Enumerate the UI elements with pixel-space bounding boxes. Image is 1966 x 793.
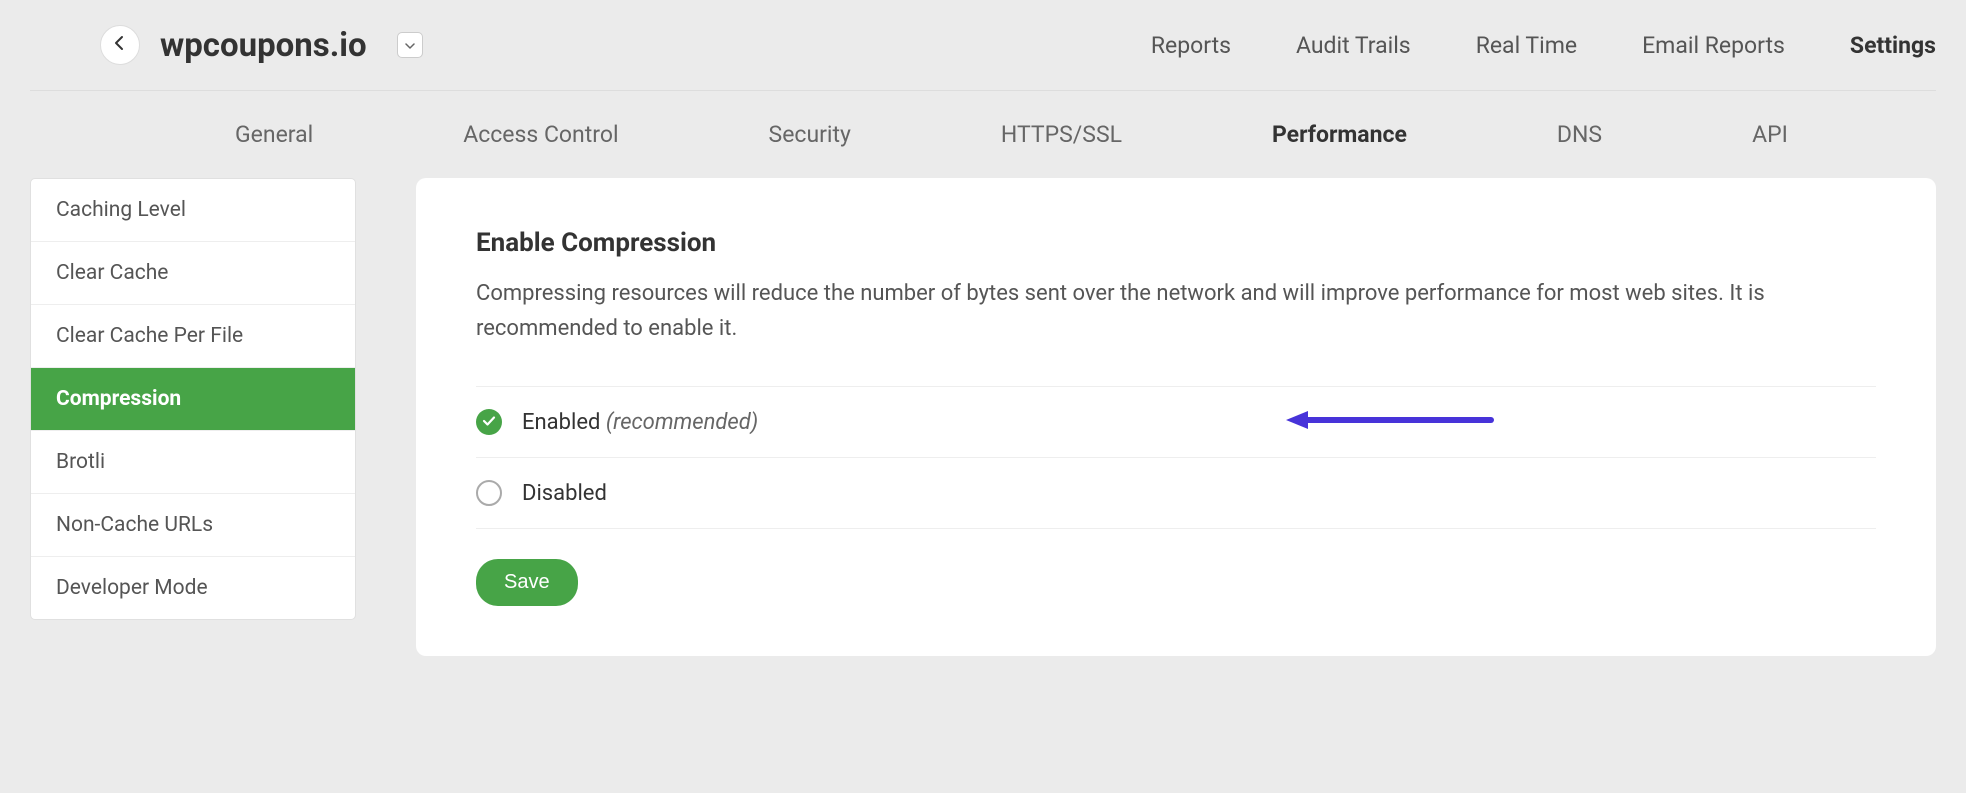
tab-access-control[interactable]: Access Control (463, 121, 618, 148)
arrow-left-icon (112, 35, 128, 55)
tab-performance[interactable]: Performance (1272, 121, 1407, 148)
sidebar-item-caching-level[interactable]: Caching Level (31, 179, 355, 242)
back-button[interactable] (100, 25, 140, 65)
radio-enabled[interactable] (476, 409, 502, 435)
site-title: wpcoupons.io (160, 26, 367, 65)
nav-settings[interactable]: Settings (1850, 32, 1936, 59)
option-disabled-label: Disabled (522, 481, 607, 506)
option-enabled-label: Enabled (recommended) (522, 410, 758, 435)
option-enabled-row: Enabled (recommended) (476, 386, 1876, 457)
sidebar-item-clear-cache[interactable]: Clear Cache (31, 242, 355, 305)
tab-security[interactable]: Security (769, 121, 851, 148)
nav-real-time[interactable]: Real Time (1476, 32, 1577, 59)
nav-audit-trails[interactable]: Audit Trails (1296, 32, 1411, 59)
save-button[interactable]: Save (476, 559, 578, 606)
annotation-arrow-icon (1286, 408, 1496, 436)
panel-description: Compressing resources will reduce the nu… (476, 276, 1876, 346)
radio-disabled[interactable] (476, 480, 502, 506)
sidebar: Caching Level Clear Cache Clear Cache Pe… (30, 178, 356, 620)
tab-general[interactable]: General (235, 121, 313, 148)
caret-down-icon (405, 36, 415, 55)
tab-dns[interactable]: DNS (1557, 121, 1602, 148)
nav-reports[interactable]: Reports (1151, 32, 1231, 59)
sidebar-item-clear-cache-per-file[interactable]: Clear Cache Per File (31, 305, 355, 368)
settings-tabs: General Access Control Security HTTPS/SS… (0, 91, 1966, 178)
header: wpcoupons.io Reports Audit Trails Real T… (0, 0, 1966, 90)
nav-email-reports[interactable]: Email Reports (1642, 32, 1785, 59)
check-icon (482, 413, 496, 432)
option-disabled-row: Disabled (476, 457, 1876, 529)
sidebar-item-brotli[interactable]: Brotli (31, 431, 355, 494)
sidebar-item-compression[interactable]: Compression (31, 368, 355, 431)
site-dropdown-toggle[interactable] (397, 32, 423, 58)
tab-https-ssl[interactable]: HTTPS/SSL (1001, 121, 1122, 148)
sidebar-item-non-cache-urls[interactable]: Non-Cache URLs (31, 494, 355, 557)
top-nav: Reports Audit Trails Real Time Email Rep… (1151, 32, 1936, 59)
sidebar-item-developer-mode[interactable]: Developer Mode (31, 557, 355, 619)
tab-api[interactable]: API (1752, 121, 1788, 148)
settings-panel: Enable Compression Compressing resources… (416, 178, 1936, 656)
panel-title: Enable Compression (476, 228, 1876, 258)
